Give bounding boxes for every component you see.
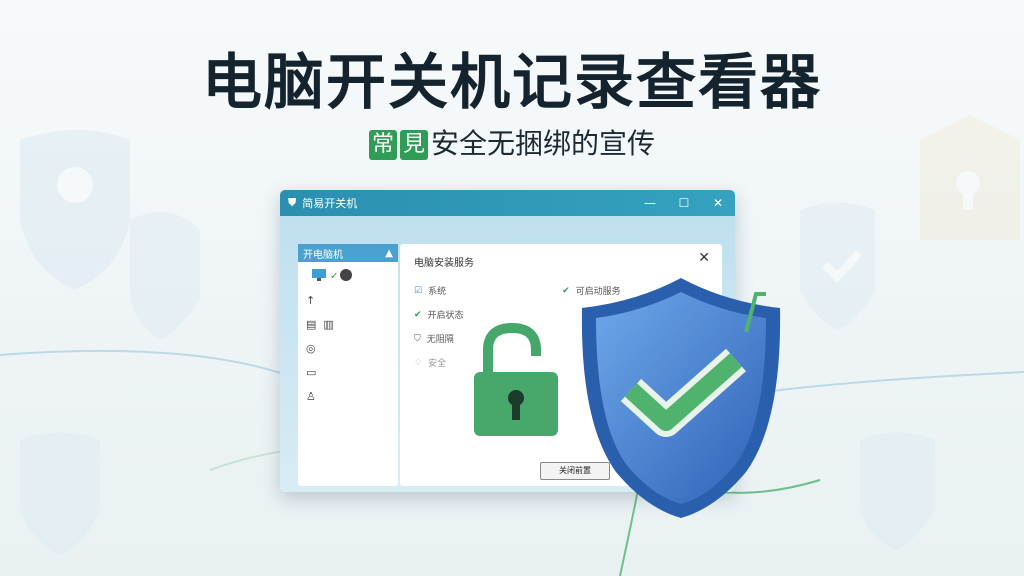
shield-outline-icon: ♢ [414, 357, 423, 368]
window-titlebar: ⛊ 简易开关机 — ☐ ✕ [280, 190, 735, 216]
svg-text:✓: ✓ [330, 271, 338, 282]
panel-row: ♢ 安全 [414, 357, 447, 370]
page-subtitle: 常見安全无捆绑的宣传 [0, 122, 1024, 162]
sidebar-header[interactable]: 开电脑机 ▲ [298, 244, 398, 262]
subtitle-badge-right: 見 [399, 130, 428, 160]
arrow-up-icon[interactable]: ↑ [306, 288, 398, 312]
check-icon: ✔ [414, 309, 422, 320]
subtitle-text: 安全无捆绑的宣传 [431, 127, 656, 160]
chevron-up-icon: ▲ [385, 247, 393, 259]
panel-row: ⛉ 无阻隔 [414, 333, 454, 346]
folder-icon[interactable]: ▭ [306, 360, 398, 384]
sidebar-header-label: 开电脑机 [303, 249, 343, 261]
minimize-button[interactable]: — [633, 196, 667, 210]
panel-row: ✔ 开启状态 [414, 309, 464, 322]
app-shield-icon: ⛊ [288, 196, 297, 209]
padlock-icon [474, 322, 558, 436]
sidebar: 开电脑机 ▲ ✓ ↑ ▤ ▥ ◎ ▭ ♙ [298, 244, 398, 486]
shield-check-icon [581, 278, 781, 518]
close-button[interactable]: ✕ [701, 196, 735, 210]
settings-icon[interactable]: ◎ [306, 336, 398, 360]
maximize-button[interactable]: ☐ [667, 196, 701, 210]
shield-small-icon: ⛉ [414, 333, 421, 344]
user-icon[interactable]: ♙ [306, 384, 398, 408]
document-icon[interactable]: ▤ ▥ [306, 312, 398, 336]
panel-close-button[interactable]: ✕ [698, 250, 710, 266]
page-title: 电脑开关机记录查看器 [202, 48, 822, 118]
checkbox-icon[interactable]: ☑ [414, 286, 422, 296]
monitor-icon[interactable]: ✓ [306, 262, 398, 288]
subtitle-badge-left: 常 [368, 130, 397, 160]
window-title: 简易开关机 [302, 197, 358, 210]
panel-title: 电脑安装服务 [414, 258, 474, 269]
check-icon: ✔ [562, 285, 570, 296]
